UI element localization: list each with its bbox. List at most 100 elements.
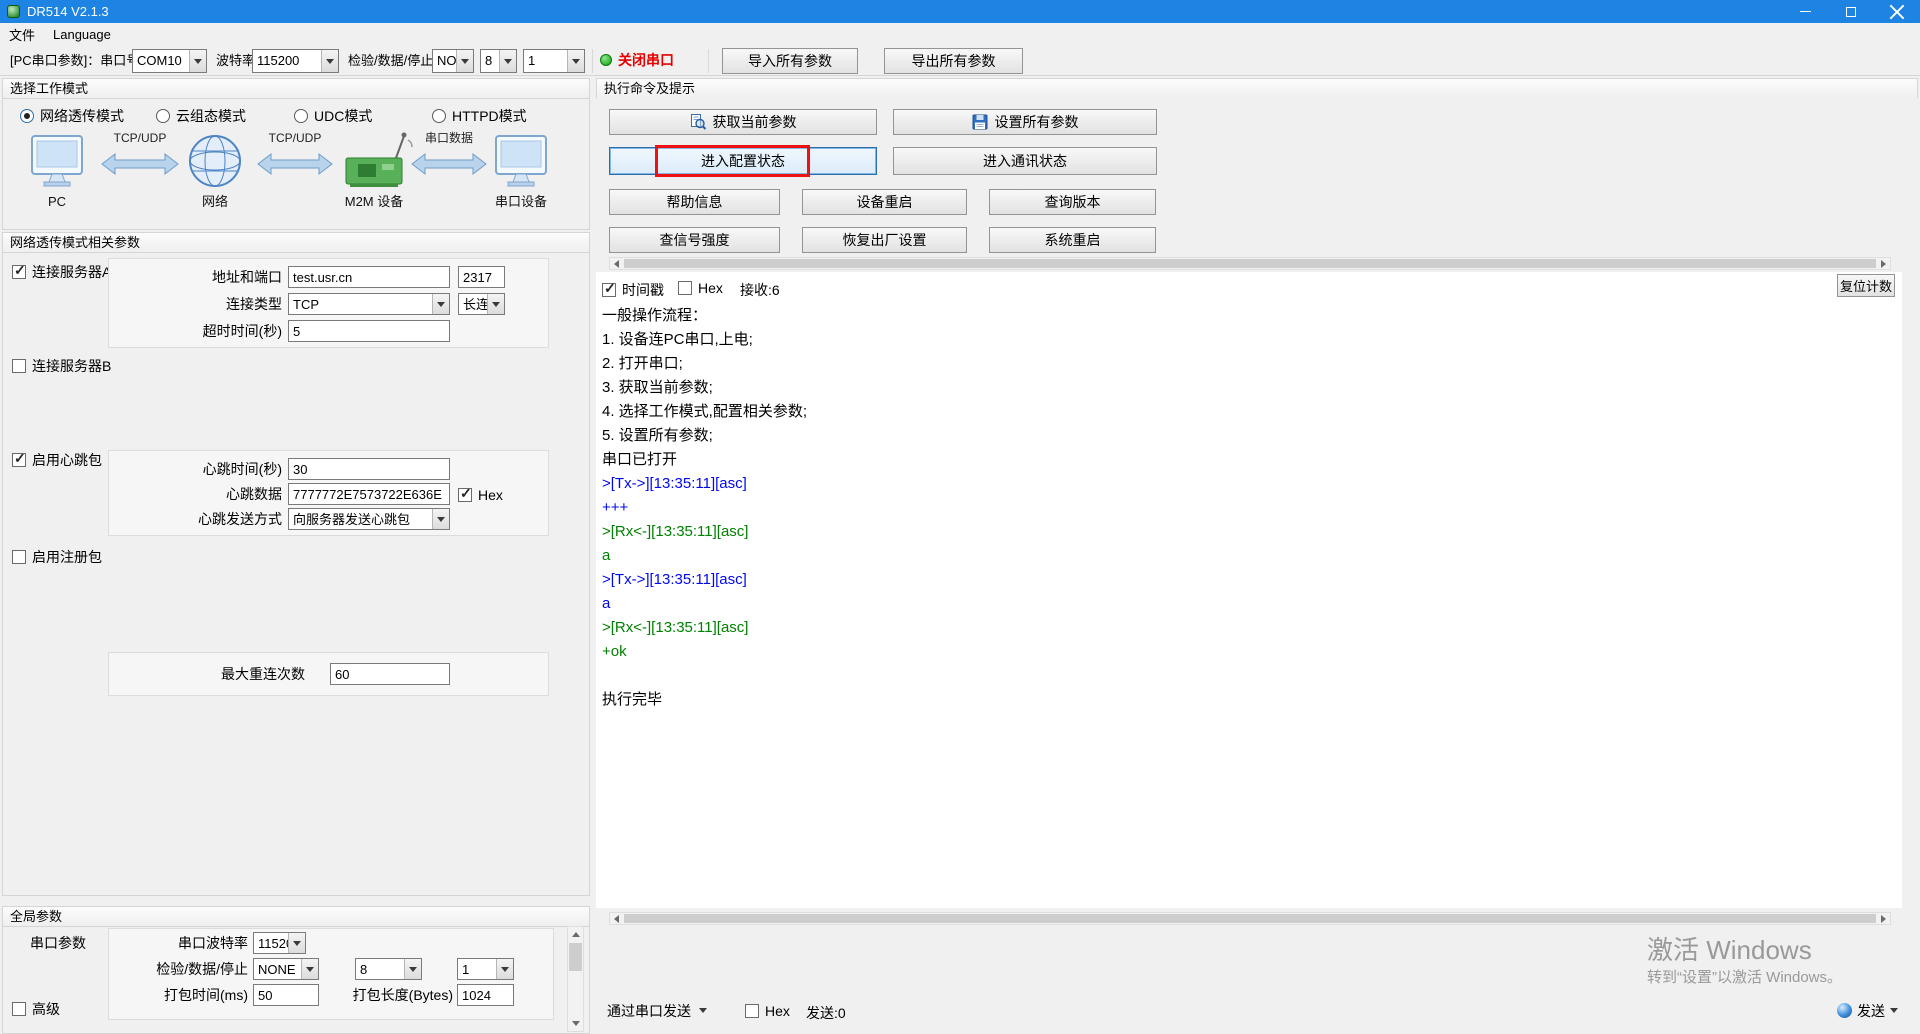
send-button[interactable]: 发送 — [1828, 998, 1907, 1023]
register-checkbox[interactable]: 启用注册包 — [12, 547, 102, 567]
scrollbar-thumb[interactable] — [569, 943, 582, 971]
enter-config-button[interactable]: 进入配置状态 — [609, 147, 877, 175]
log-bottom-scrollbar[interactable] — [609, 912, 1891, 925]
import-params-button[interactable]: 导入所有参数 — [722, 48, 858, 74]
hb-hex-checkbox[interactable]: Hex — [458, 487, 503, 503]
hb-mode-value: 向服务器发送心跳包 — [289, 509, 432, 529]
scrollbar-thumb[interactable] — [624, 914, 1876, 923]
system-reboot-button[interactable]: 系统重启 — [989, 227, 1156, 253]
global-databits-value: 8 — [356, 959, 404, 979]
hb-data-input[interactable] — [288, 483, 450, 505]
pack-time-input[interactable] — [253, 984, 319, 1006]
chevron-down-icon[interactable] — [189, 50, 206, 72]
databits-select[interactable]: 8 — [480, 49, 517, 73]
conn-keep-value: 长连 — [459, 294, 487, 314]
minimize-button[interactable] — [1782, 0, 1828, 23]
checkbox-icon — [678, 281, 692, 295]
mode-radio-label: UDC模式 — [314, 106, 372, 126]
pc-label: PC — [48, 194, 66, 209]
baud-select[interactable]: 115200 — [252, 49, 339, 73]
get-params-button[interactable]: 获取当前参数 — [609, 109, 877, 135]
global-parity-select[interactable]: NONE — [253, 958, 319, 980]
maximize-button[interactable] — [1828, 0, 1874, 23]
menu-language[interactable]: Language — [44, 23, 120, 45]
factory-reset-button[interactable]: 恢复出厂设置 — [802, 227, 967, 253]
chevron-down-icon[interactable] — [432, 509, 449, 529]
hb-time-input[interactable] — [288, 458, 450, 480]
mode-radio-httpd[interactable]: HTTPD模式 — [432, 106, 527, 126]
chevron-down-icon[interactable] — [288, 933, 305, 953]
chevron-down-icon[interactable] — [301, 959, 318, 979]
query-signal-button[interactable]: 查信号强度 — [609, 227, 780, 253]
pack-len-label: 打包长度(Bytes) — [325, 984, 453, 1006]
scroll-right-icon[interactable] — [1877, 913, 1890, 924]
reboot-device-button[interactable]: 设备重启 — [802, 189, 967, 215]
timestamp-checkbox[interactable]: 时间戳 — [602, 280, 664, 300]
close-button[interactable] — [1874, 0, 1920, 23]
close-port-button[interactable]: 关闭串口 — [618, 45, 674, 76]
scrollbar-thumb[interactable] — [624, 259, 1876, 268]
conn-type-select[interactable]: TCP — [288, 293, 450, 315]
recv-hex-label: Hex — [698, 280, 723, 296]
help-button[interactable]: 帮助信息 — [609, 189, 780, 215]
radio-icon — [156, 109, 170, 123]
server-a-checkbox[interactable]: 连接服务器A — [12, 262, 111, 282]
parity-select[interactable]: NONI — [432, 49, 474, 73]
mode-radio-transparent[interactable]: 网络透传模式 — [20, 106, 124, 126]
reset-count-button[interactable]: 复位计数 — [1837, 274, 1895, 297]
menu-file[interactable]: 文件 — [0, 23, 44, 45]
query-version-button[interactable]: 查询版本 — [989, 189, 1156, 215]
send-via-label: 通过串口发送 — [607, 1001, 691, 1021]
pc-monitor-icon — [32, 136, 82, 186]
log-area[interactable]: 一般操作流程：1. 设备连PC串口,上电;2. 打开串口;3. 获取当前参数;4… — [602, 304, 1882, 712]
conn-keep-select[interactable]: 长连 — [458, 293, 505, 315]
mode-radio-udc[interactable]: UDC模式 — [294, 106, 372, 126]
hb-mode-select[interactable]: 向服务器发送心跳包 — [288, 508, 450, 530]
scroll-left-icon[interactable] — [610, 258, 623, 269]
server-a-address-input[interactable] — [288, 266, 450, 288]
chevron-down-icon[interactable] — [456, 50, 473, 72]
scroll-right-icon[interactable] — [1877, 258, 1890, 269]
chevron-down-icon[interactable] — [432, 294, 449, 314]
heartbeat-checkbox[interactable]: 启用心跳包 — [12, 450, 102, 470]
com-port-select[interactable]: COM10 — [132, 49, 207, 73]
mode-radio-cloud[interactable]: 云组态模式 — [156, 106, 246, 126]
link1-label: TCP/UDP — [114, 131, 167, 145]
server-b-checkbox[interactable]: 连接服务器B — [12, 356, 111, 376]
advanced-checkbox[interactable]: 高级 — [12, 999, 60, 1019]
send-hex-checkbox[interactable]: Hex — [745, 1003, 790, 1019]
conn-type-value: TCP — [289, 294, 432, 314]
scroll-up-icon[interactable] — [568, 927, 583, 942]
global-stopbits-value: 1 — [458, 959, 496, 979]
timeout-input[interactable] — [288, 320, 450, 342]
left-vertical-scrollbar[interactable] — [567, 926, 584, 1032]
chevron-down-icon[interactable] — [321, 50, 338, 72]
stopbits-select[interactable]: 1 — [523, 49, 585, 73]
set-params-button[interactable]: 设置所有参数 — [893, 109, 1157, 135]
global-databits-select[interactable]: 8 — [355, 958, 422, 980]
export-params-button[interactable]: 导出所有参数 — [884, 48, 1023, 74]
global-baud-select[interactable]: 115200 — [253, 932, 306, 954]
enter-comm-button[interactable]: 进入通讯状态 — [893, 147, 1157, 175]
chevron-down-icon[interactable] — [499, 50, 516, 72]
set-params-icon — [972, 114, 988, 130]
log-top-scrollbar[interactable] — [609, 257, 1891, 270]
global-stopbits-select[interactable]: 1 — [457, 958, 514, 980]
chevron-down-icon[interactable] — [567, 50, 584, 72]
app-window: { "window": { "title": "DR514 V2.1.3" },… — [0, 0, 1920, 1034]
checkbox-icon — [12, 453, 26, 467]
send-via-serial-dropdown[interactable]: 通过串口发送 — [598, 998, 716, 1023]
server-a-port-input[interactable] — [458, 266, 505, 288]
chevron-down-icon[interactable] — [487, 294, 504, 314]
heartbeat-label: 启用心跳包 — [32, 450, 102, 470]
get-params-icon — [690, 114, 706, 130]
chevron-down-icon[interactable] — [404, 959, 421, 979]
scroll-down-icon[interactable] — [568, 1016, 583, 1031]
reconnect-input[interactable] — [330, 663, 450, 685]
scroll-left-icon[interactable] — [610, 913, 623, 924]
pack-len-input[interactable] — [457, 984, 514, 1006]
recv-hex-checkbox[interactable]: Hex — [678, 280, 723, 296]
parity-value: NONI — [433, 50, 456, 72]
checkbox-icon — [12, 1002, 26, 1016]
chevron-down-icon[interactable] — [496, 959, 513, 979]
